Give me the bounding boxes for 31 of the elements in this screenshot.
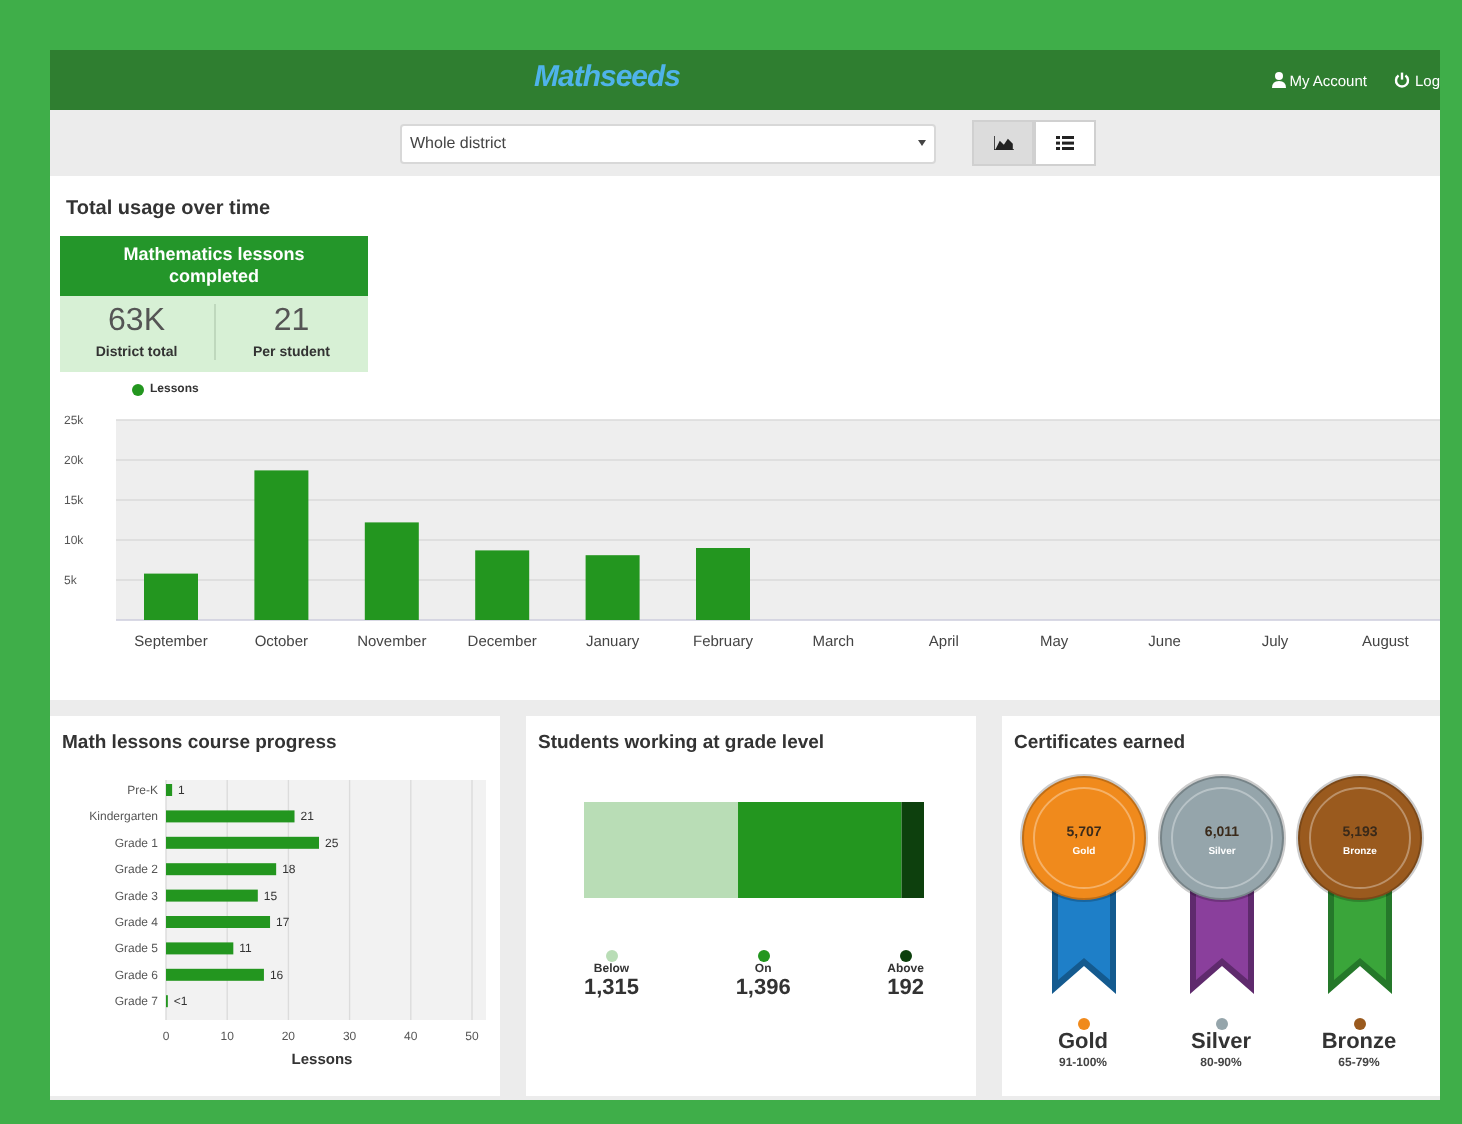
chart-bar xyxy=(696,548,750,620)
chart-bar xyxy=(166,942,234,955)
data-label: 1,315 xyxy=(584,976,640,1000)
chart-bar xyxy=(166,916,271,928)
stat-value: 21 xyxy=(273,304,310,340)
chart-bar xyxy=(166,784,173,796)
stat-value: 63K xyxy=(108,304,165,340)
chart-bar xyxy=(166,863,277,876)
list-icon xyxy=(1056,136,1074,150)
legend-label: Bronze xyxy=(1321,1030,1397,1054)
card-title: Certificates earned xyxy=(1014,732,1188,754)
card-title: Students working at grade level xyxy=(538,732,827,754)
user-icon xyxy=(1271,72,1286,88)
power-icon xyxy=(1394,72,1411,88)
card-title: Math lessons course progress xyxy=(62,732,339,754)
chart-bar xyxy=(144,573,198,620)
chart-bar xyxy=(475,550,530,620)
chart-bar xyxy=(166,810,295,823)
summary-heading: Mathematics lessons completed xyxy=(60,236,368,296)
caret-icon xyxy=(918,140,926,146)
chart-view-button[interactable] xyxy=(972,120,1034,166)
district-select[interactable]: Whole district xyxy=(400,123,936,163)
legend-label: Gold xyxy=(1057,1030,1109,1054)
data-label: 1,396 xyxy=(735,976,791,1000)
legend-label: Silver xyxy=(1191,1030,1251,1054)
panel-title: Total usage over time xyxy=(64,196,273,220)
area-chart-icon xyxy=(993,136,1013,150)
chart-bar xyxy=(364,522,419,620)
list-view-button[interactable] xyxy=(1034,120,1096,166)
data-label: 192 xyxy=(887,976,924,1000)
chart-bar xyxy=(585,555,640,620)
